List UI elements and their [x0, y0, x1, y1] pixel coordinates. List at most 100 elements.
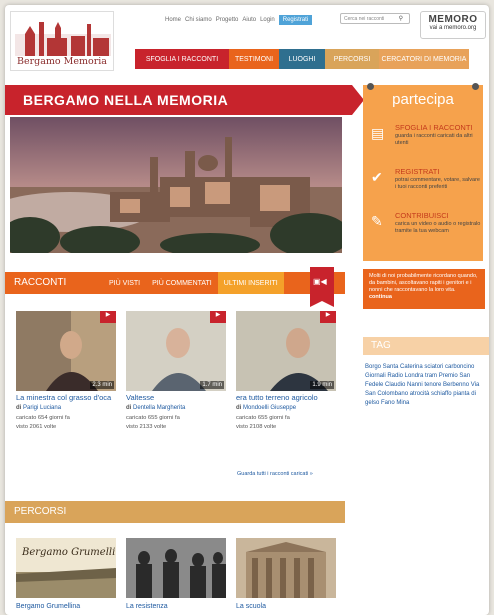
tag-title: TAG [371, 340, 391, 351]
city-skyline-icon [15, 22, 111, 56]
percorso-image[interactable] [126, 538, 226, 598]
nav-percorsi[interactable]: PERCORSI [325, 49, 379, 69]
site-logo[interactable]: Bergamo Memoria [10, 11, 114, 71]
percorso-label[interactable]: La resistenza [126, 603, 168, 610]
search-placeholder: Cerca nei racconti [344, 16, 385, 22]
racconti-tabs: PIÙ VISTI PIÙ COMMENTATI ULTIMI INSERITI [103, 272, 284, 294]
partecipa-item-registrati[interactable]: ✔ REGISTRATI potrai commentare, votare, … [371, 167, 480, 205]
story-uploaded: caricato 655 giorni fa [236, 415, 290, 421]
top-link-progetto[interactable]: Progetto [216, 17, 239, 23]
video-frame-image [16, 311, 116, 391]
search-icon[interactable]: ⚲ [399, 15, 403, 22]
story-title[interactable]: Valtesse [126, 393, 230, 402]
racconti-ribbon: ▣◀ [310, 267, 334, 307]
percorso-label[interactable]: Bergamo Grumellina [16, 603, 80, 610]
story-title[interactable]: La minestra col grasso d'oca [16, 393, 120, 402]
pin-icon [367, 83, 374, 90]
top-navigation: Home Chi siamo Progetto Aiuto Login Regi… [165, 15, 313, 25]
percorso-image[interactable]: Bergamo Grumellina [16, 538, 116, 598]
search-input[interactable]: Cerca nei racconti ⚲ [340, 13, 410, 24]
see-all-stories-link[interactable]: Guarda tutti i racconti caricati » [237, 471, 313, 477]
top-link-login[interactable]: Login [260, 17, 275, 23]
video-audio-icon: ▣◀ [313, 277, 327, 286]
percorsi-header: PERCORSI [5, 501, 345, 523]
partecipa-item-contribuisci[interactable]: ✎ CONTRIBUISCI carica un video o audio o… [371, 211, 481, 251]
pin-icon [472, 83, 479, 90]
top-link-home[interactable]: Home [165, 17, 181, 23]
tab-piu-commentati[interactable]: PIÙ COMMENTATI [146, 272, 218, 294]
memoro-link[interactable]: MEMORO vai a memoro.org [420, 11, 486, 39]
story-uploaded: caricato 654 giorni fa [16, 415, 70, 421]
partecipa-item-sfoglia[interactable]: ▤ SFOGLIA I RACCONTI guarda i racconti c… [371, 123, 479, 161]
resistenza-image [126, 538, 226, 598]
partecipa-item-title: SFOGLIA I RACCONTI [395, 123, 473, 132]
quote-text: Molti di noi probabilmente ricordano qua… [369, 273, 478, 293]
partecipa-item-title: CONTRIBUISCI [395, 211, 449, 220]
story-views: visto 2061 volte [16, 424, 57, 430]
percorsi-title: PERCORSI [14, 506, 67, 517]
top-link-chi-siamo[interactable]: Chi siamo [185, 17, 212, 23]
racconti-title: RACCONTI [14, 277, 67, 288]
nav-sfoglia-racconti[interactable]: SFOGLIA I RACCONTI [135, 49, 229, 69]
story-views: visto 2108 volte [236, 424, 277, 430]
video-duration: 1.7 min [200, 381, 224, 389]
story-author: di Parigi Luciana [16, 405, 62, 411]
quote-box: Molti di noi probabilmente ricordano qua… [363, 269, 485, 309]
story-card: La minestra col grasso d'oca di Parigi L… [16, 393, 120, 432]
tag-header: TAG [363, 337, 489, 355]
pencil-icon: ✎ [371, 213, 383, 229]
banner-title: BERGAMO NELLA MEMORIA [23, 92, 229, 108]
memoro-logo: MEMORO [428, 14, 478, 25]
logo-text: Bergamo Memoria [17, 56, 107, 67]
partecipa-item-desc: carica un video o audio o registralo tra… [395, 221, 481, 234]
video-frame-image [236, 311, 336, 391]
story-card: era tutto terreno agricolo di Mondoelli … [236, 393, 340, 432]
nav-testimoni[interactable]: TESTIMONI [229, 49, 279, 69]
video-frame-image [126, 311, 226, 391]
bergamo-panorama-image [10, 117, 342, 253]
video-thumbnail[interactable]: ▶ 2.3 min [16, 311, 116, 391]
scuola-image [236, 538, 336, 598]
nav-cercatori-di-memoria[interactable]: CERCATORI DI MEMORIA [379, 49, 469, 69]
partecipa-title: partecipa [392, 91, 454, 108]
video-thumbnail[interactable]: ▶ 1.9 min [236, 311, 336, 391]
nav-luoghi[interactable]: LUOGHI [279, 49, 325, 69]
tag-cloud[interactable]: Borgo Santa Caterina sciatori carboncino… [365, 363, 485, 408]
check-icon: ✔ [371, 169, 383, 185]
author-link[interactable]: Parigi Luciana [23, 405, 61, 411]
top-link-aiuto[interactable]: Aiuto [242, 17, 256, 23]
continue-link[interactable]: continua [369, 294, 392, 300]
page: Bergamo Memoria Home Chi siamo Progetto … [5, 5, 489, 615]
book-icon: ▤ [371, 125, 385, 141]
partecipa-box: partecipa ▤ SFOGLIA I RACCONTI guarda i … [363, 83, 483, 261]
hero-image-bergamo [10, 117, 342, 253]
video-icon: ▶ [100, 311, 116, 323]
svg-text:Bergamo Grumellina: Bergamo Grumellina [21, 547, 116, 558]
tab-piu-visti[interactable]: PIÙ VISTI [103, 272, 146, 294]
story-author: di Dentella Margherita [126, 405, 186, 411]
partecipa-item-desc: potrai commentare, votare, salvare i tuo… [395, 177, 480, 190]
story-author: di Mondoelli Giuseppe [236, 405, 297, 411]
percorso-label[interactable]: La scuola [236, 603, 266, 610]
memoro-url: vai a memoro.org [429, 25, 477, 31]
story-uploaded: caricato 655 giorni fa [126, 415, 180, 421]
tab-ultimi-inseriti[interactable]: ULTIMI INSERITI [217, 272, 284, 294]
hero-banner: BERGAMO NELLA MEMORIA [5, 85, 364, 115]
percorso-image[interactable] [236, 538, 336, 598]
video-icon: ▶ [210, 311, 226, 323]
grumellina-image: Bergamo Grumellina [16, 538, 116, 598]
video-duration: 2.3 min [90, 381, 114, 389]
partecipa-item-title: REGISTRATI [395, 167, 440, 176]
register-button[interactable]: Registrati [278, 15, 313, 25]
author-link[interactable]: Mondoelli Giuseppe [243, 405, 296, 411]
story-views: visto 2133 volte [126, 424, 167, 430]
video-thumbnail[interactable]: ▶ 1.7 min [126, 311, 226, 391]
main-navigation: SFOGLIA I RACCONTI TESTIMONI LUOGHI PERC… [135, 49, 469, 69]
video-icon: ▶ [320, 311, 336, 323]
racconti-header: RACCONTI PIÙ VISTI PIÙ COMMENTATI ULTIMI… [5, 272, 345, 294]
author-link[interactable]: Dentella Margherita [133, 405, 185, 411]
partecipa-item-desc: guarda i racconti caricati da altri uten… [395, 133, 473, 146]
story-title[interactable]: era tutto terreno agricolo [236, 393, 340, 402]
story-card: Valtesse di Dentella Margherita caricato… [126, 393, 230, 432]
video-duration: 1.9 min [310, 381, 334, 389]
